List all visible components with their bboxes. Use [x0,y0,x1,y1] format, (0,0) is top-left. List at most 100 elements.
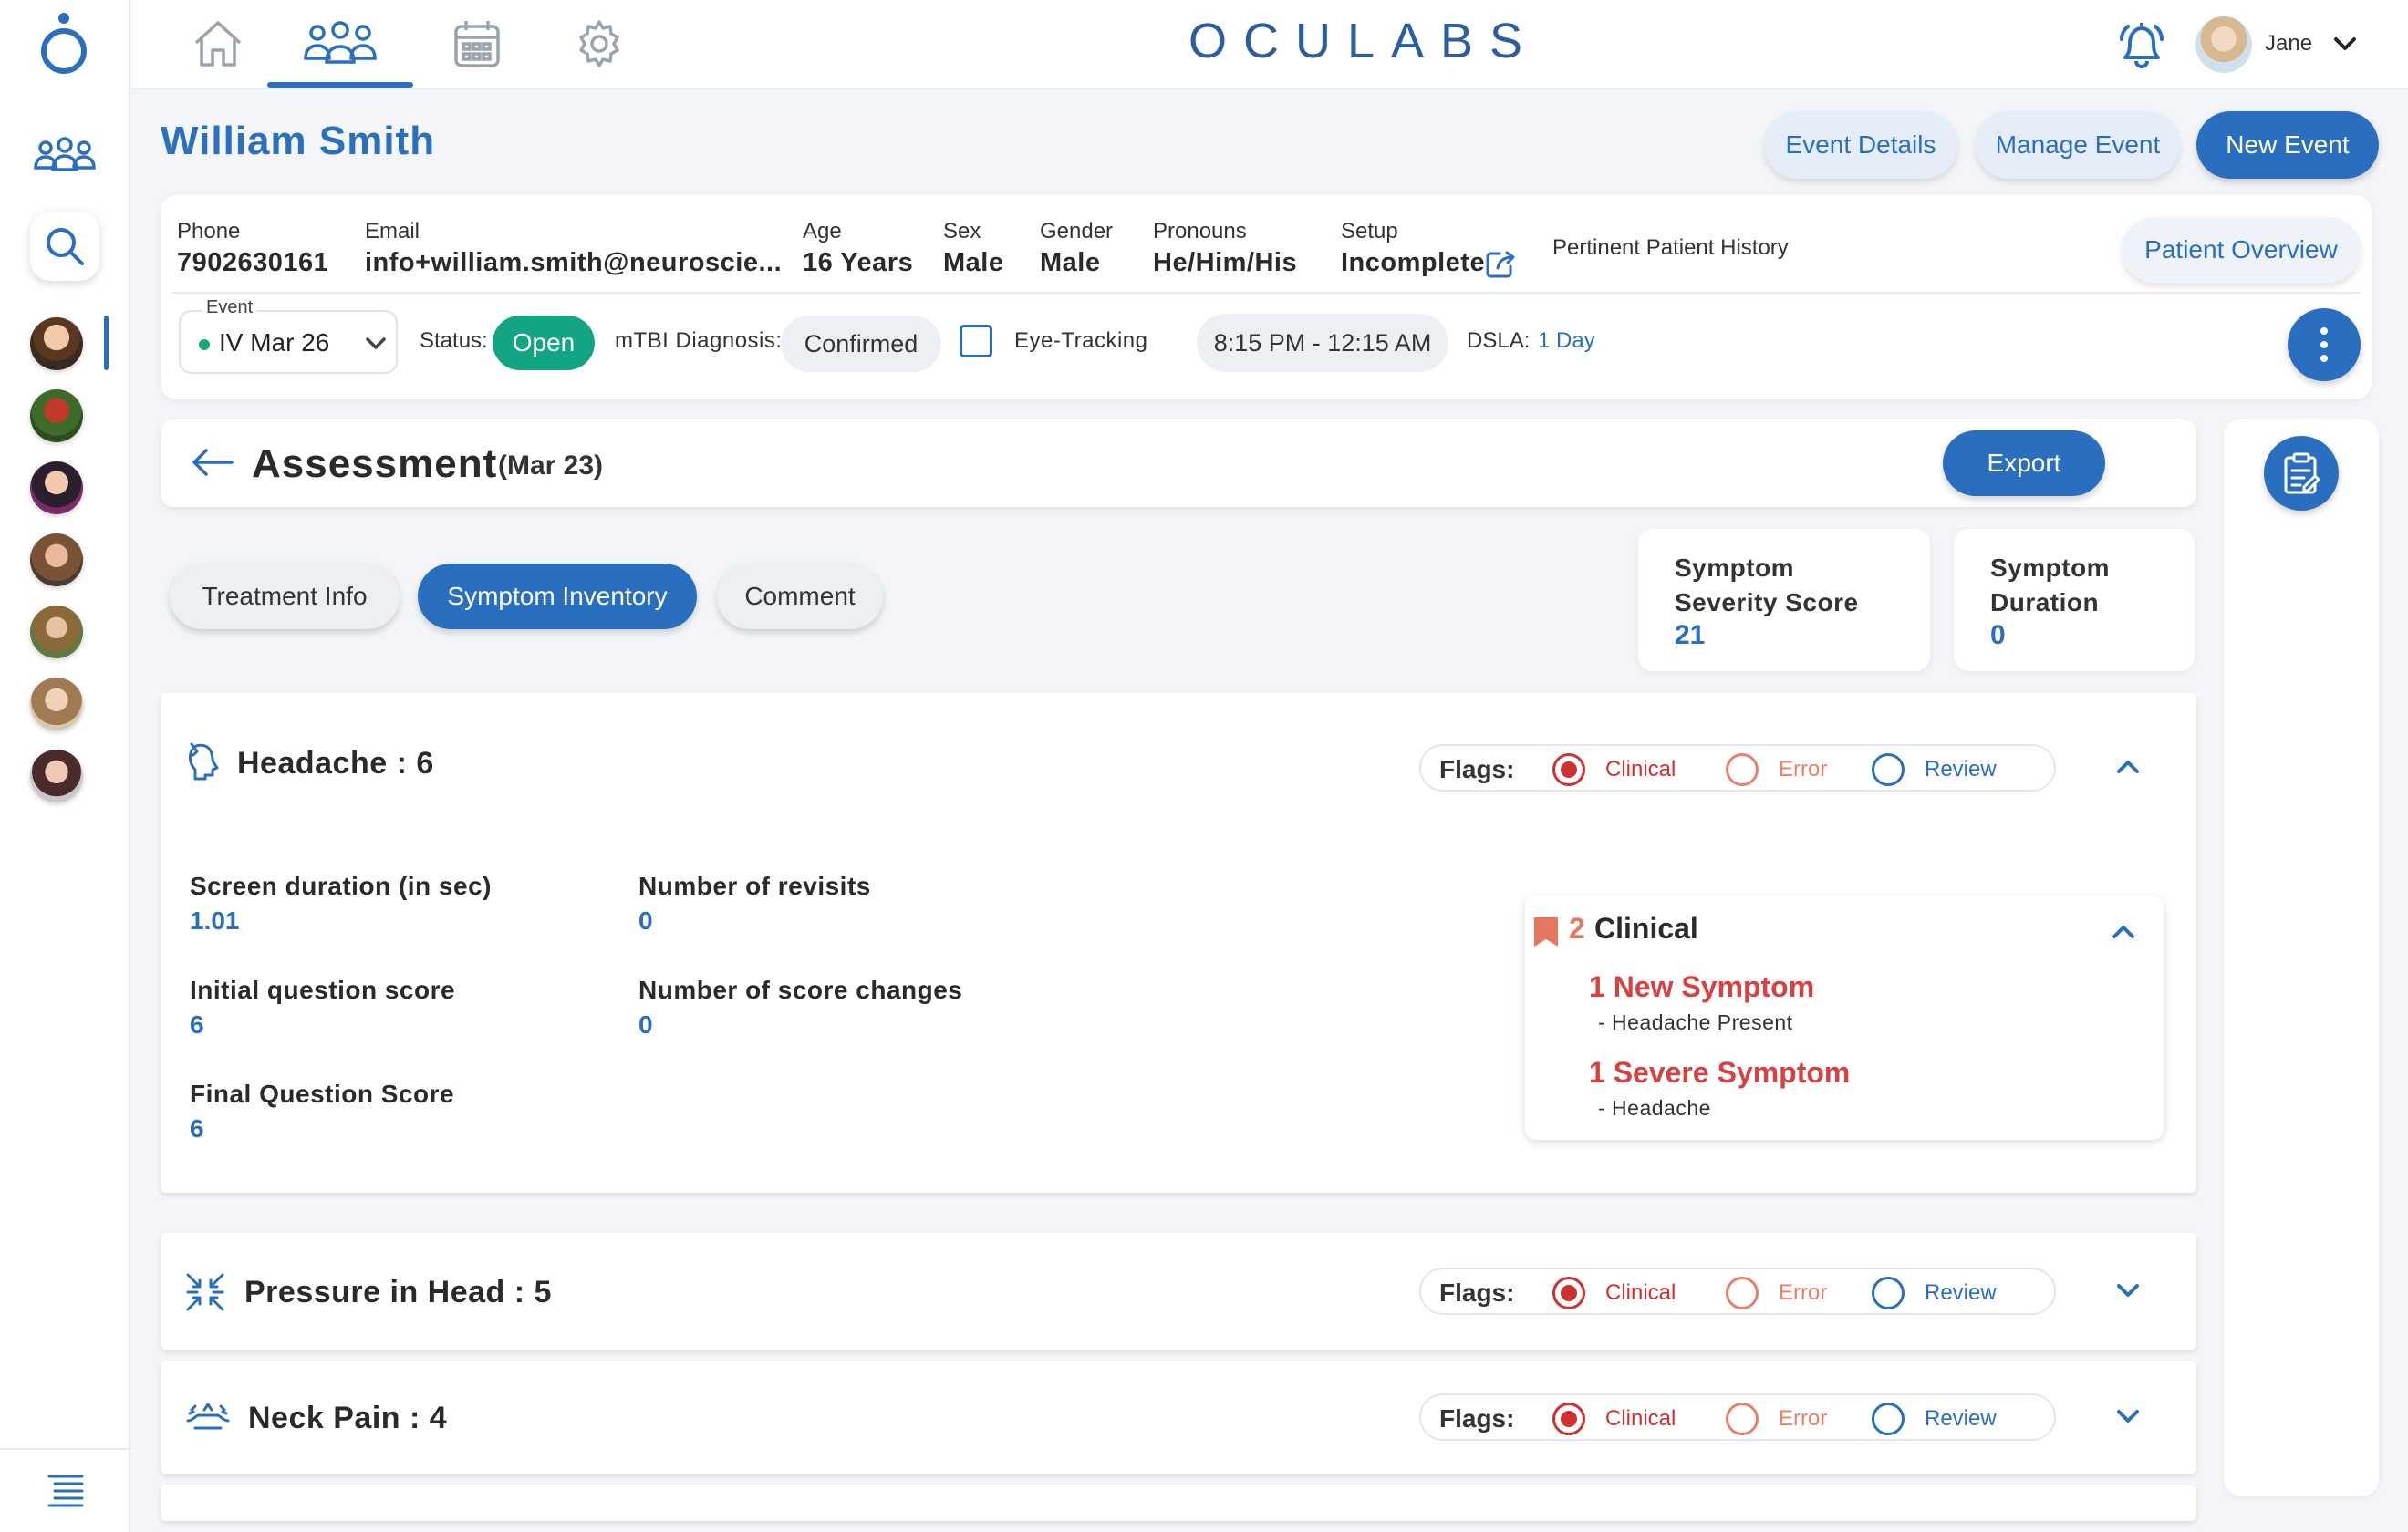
symptom-card-next [161,1485,2196,1521]
symptom-title: Pressure in Head : 5 [244,1275,552,1309]
clipboard-icon [2284,452,2320,494]
user-name[interactable]: Jane [2265,31,2312,57]
eye-tracking-label: Eye-Tracking [1014,328,1148,353]
flag-review-label: Review [1925,757,1997,782]
assessment-header: Assessment (Mar 23) Export [161,419,2196,507]
chevron-up-icon [2117,761,2139,773]
patient-avatar[interactable] [30,317,83,370]
flag-clinical-label: Clinical [1605,1406,1676,1431]
manage-event-button[interactable]: Manage Event [1976,111,2180,179]
event-details-button[interactable]: Event Details [1764,111,1957,179]
search-button[interactable] [30,212,99,281]
score-label-line: Symptom [1990,554,2111,582]
bell-icon [2120,23,2164,68]
chevron-up-icon [2112,926,2134,938]
oculabs-logo-icon[interactable] [36,11,91,77]
tab-symptom-inventory[interactable]: Symptom Inventory [418,564,697,629]
user-menu-chevron-icon[interactable] [2330,29,2360,63]
dsla-label: DSLA: [1467,328,1531,353]
mtbi-label: mTBI Diagnosis: [615,328,783,353]
calendar-icon [454,21,500,67]
notes-button[interactable] [2264,436,2339,511]
expand-button[interactable] [2112,1275,2143,1310]
flag-clinical-radio[interactable] [1552,1277,1585,1309]
expand-button[interactable] [2112,1401,2143,1436]
flag-clinical-radio[interactable] [1552,753,1585,786]
patient-avatar[interactable] [30,750,83,802]
duration-label: Symptom Duration [1990,551,2110,620]
nav-settings[interactable] [526,0,672,88]
flags-group: Flags: Clinical Error Review [1419,1393,2056,1441]
tab-treatment-info[interactable]: Treatment Info [170,564,400,629]
event-select[interactable]: Event IV Mar 26 [179,297,398,374]
metric-value: 6 [190,1114,204,1143]
patient-info-card: Phone 7902630161 Email info+william.smit… [161,195,2372,399]
notifications-button[interactable] [2110,13,2174,77]
flag-error-radio[interactable] [1726,1277,1759,1309]
event-select-label: Event [202,297,257,318]
patient-avatar[interactable] [30,533,83,586]
phone-value: 7902630161 [177,248,329,277]
rail-footer [0,1448,130,1532]
flags-label: Flags: [1439,1278,1515,1307]
status-label: Status: [420,328,488,353]
back-arrow-icon[interactable] [192,447,234,482]
clinical-collapse-button[interactable] [2109,917,2138,951]
nav-patients[interactable] [267,0,413,88]
symptom-card-headache: Headache : 6 Flags: Clinical Error Revie… [161,693,2196,1193]
patient-overview-button[interactable]: Patient Overview [2122,217,2361,283]
symptom-title: Neck Pain : 4 [248,1401,448,1435]
symptom-duration-card: Symptom Duration 0 [1954,529,2195,671]
symptom-card-neck-pain: Neck Pain : 4 Flags: Clinical Error Revi… [161,1361,2196,1474]
flag-clinical-radio[interactable] [1552,1403,1585,1435]
open-setup-icon[interactable] [1485,250,1516,284]
patient-avatar[interactable] [30,389,83,442]
chevron-down-icon [2117,1284,2139,1297]
menu-list-icon[interactable] [47,1473,84,1509]
patients-icon[interactable] [33,133,97,179]
neck-pain-icon [186,1401,230,1436]
flag-review-radio[interactable] [1872,753,1905,786]
mtbi-diagnosis-value[interactable]: Confirmed [781,316,941,372]
pronouns-value: He/Him/His [1153,248,1298,277]
eye-tracking-checkbox[interactable] [960,325,992,357]
settings-icon [579,20,619,67]
metric-label: Initial question score [190,976,456,1004]
assessment-title: Assessment [252,441,498,486]
status-badge[interactable]: Open [493,316,595,370]
clinical-item-title: 1 Severe Symptom [1589,1056,1851,1089]
flag-review-radio[interactable] [1872,1277,1905,1309]
collapse-button[interactable] [2112,751,2143,787]
rail-active-indicator [104,316,109,370]
age-label: Age [803,219,842,243]
flag-error-radio[interactable] [1726,753,1759,786]
metric-label: Final Question Score [190,1080,455,1108]
patient-name: William Smith [161,119,436,163]
clinical-count: 2 [1569,912,1585,945]
patient-avatar[interactable] [30,606,83,658]
new-event-button[interactable]: New Event [2196,111,2379,179]
patient-history-link[interactable]: Pertinent Patient History [1552,235,1789,261]
symptom-title: Headache : 6 [237,746,434,781]
user-avatar[interactable] [2195,16,2252,73]
more-options-button[interactable] [2288,308,2361,381]
gender-label: Gender [1040,219,1114,243]
metric-value: 6 [190,1010,204,1039]
dsla-value: 1 Day [1538,328,1595,353]
setup-label: Setup [1341,219,1398,243]
flags-label: Flags: [1439,1404,1515,1433]
flag-error-radio[interactable] [1726,1403,1759,1435]
severity-score-value: 21 [1675,620,1706,650]
patient-avatar[interactable] [30,678,83,730]
email-label: Email [365,219,420,243]
tab-comment[interactable]: Comment [717,564,883,629]
flag-error-label: Error [1779,1280,1828,1305]
patient-avatar[interactable] [30,461,83,514]
score-label-line: Symptom [1675,554,1795,582]
metric-label: Number of score changes [638,976,963,1004]
flag-error-label: Error [1779,757,1828,782]
flag-review-radio[interactable] [1872,1403,1905,1435]
top-bar: OCULABS Jane [132,0,2408,89]
export-button[interactable]: Export [1943,430,2105,496]
event-status-dot [199,339,210,350]
